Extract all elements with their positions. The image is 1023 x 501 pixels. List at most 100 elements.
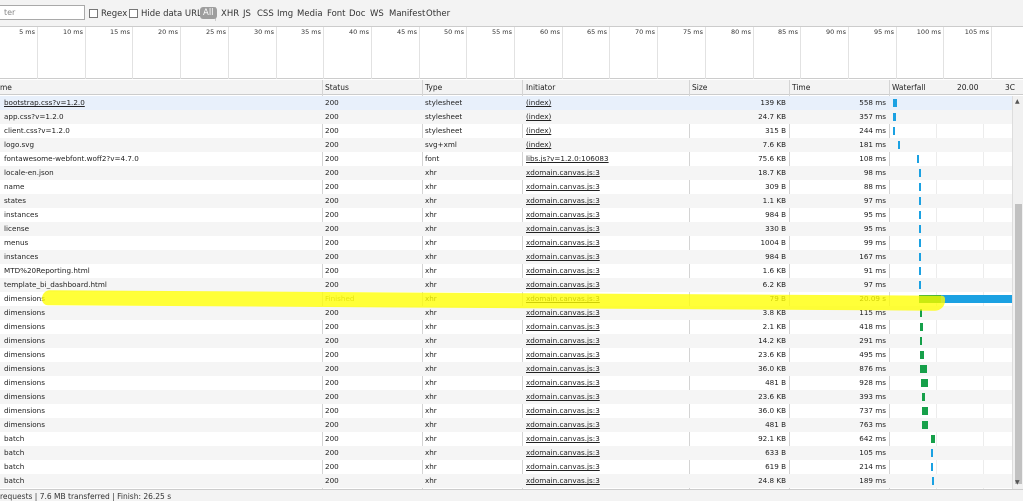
request-name[interactable]: menus (4, 238, 319, 247)
request-name[interactable]: batch (4, 448, 319, 457)
request-name[interactable]: dimensions (4, 406, 319, 415)
waterfall-bar[interactable] (930, 463, 933, 471)
request-initiator-link[interactable]: xdomain.canvas.js:3 (526, 476, 686, 485)
type-filter-manifest[interactable]: Manifest (389, 9, 425, 19)
waterfall-bar[interactable] (922, 421, 928, 429)
waterfall-bar[interactable] (919, 337, 923, 345)
request-name[interactable]: bootstrap.css?v=1.2.0 (4, 98, 319, 107)
request-initiator-link[interactable]: xdomain.canvas.js:3 (526, 308, 686, 317)
type-filter-ws[interactable]: WS (370, 9, 384, 19)
request-initiator-link[interactable]: (index) (526, 126, 686, 135)
header-type[interactable]: Type (425, 83, 442, 92)
request-name[interactable]: client.css?v=1.2.0 (4, 126, 319, 135)
request-initiator-link[interactable]: xdomain.canvas.js:3 (526, 462, 686, 471)
request-name[interactable]: instances (4, 210, 319, 219)
request-name[interactable]: MTD%20Reporting.html (4, 266, 319, 275)
request-initiator-link[interactable]: xdomain.canvas.js:3 (526, 266, 686, 275)
waterfall-bar[interactable] (919, 183, 921, 191)
request-name[interactable]: batch (4, 462, 319, 471)
request-row[interactable]: dimensions 200 xhr xdomain.canvas.js:3 2.1 K… (0, 320, 1012, 334)
request-name[interactable]: dimensions (4, 350, 319, 359)
request-name[interactable]: dimensions (4, 294, 319, 303)
request-row[interactable]: license 200 xhr xdomain.canvas.js:3 330 B 95 … (0, 222, 1012, 236)
request-initiator-link[interactable]: xdomain.canvas.js:3 (526, 210, 686, 219)
waterfall-bar[interactable] (919, 281, 921, 289)
request-initiator-link[interactable]: libs.js?v=1.2.0:106083 (526, 154, 686, 163)
header-initiator[interactable]: Initiator (526, 83, 555, 92)
header-name[interactable]: me (0, 83, 12, 92)
request-initiator-link[interactable]: xdomain.canvas.js:3 (526, 406, 686, 415)
request-row[interactable]: locale-en.json 200 xhr xdomain.canvas.js:3 1… (0, 166, 1012, 180)
type-filter-xhr[interactable]: XHR (221, 9, 239, 19)
waterfall-bar[interactable] (920, 379, 928, 387)
request-row[interactable]: menus 200 xhr xdomain.canvas.js:3 1004 B 99 m… (0, 236, 1012, 250)
request-row[interactable]: dimensions 200 xhr xdomain.canvas.js:3 14.2 … (0, 334, 1012, 348)
type-filter-img[interactable]: Img (277, 9, 293, 19)
request-name[interactable]: states (4, 196, 319, 205)
request-row[interactable]: name 200 xhr xdomain.canvas.js:3 309 B 88 ms (0, 180, 1012, 194)
request-row[interactable]: fontawesome-webfont.woff2?v=4.7.0 200 font… (0, 152, 1012, 166)
regex-checkbox[interactable] (89, 9, 98, 18)
request-name[interactable]: fontawesome-webfont.woff2?v=4.7.0 (4, 154, 319, 163)
waterfall-bar[interactable] (920, 365, 927, 373)
request-initiator-link[interactable]: xdomain.canvas.js:3 (526, 168, 686, 177)
waterfall-bar[interactable] (893, 113, 896, 121)
request-row[interactable]: client.css?v=1.2.0 200 stylesheet (index) 31… (0, 124, 1012, 138)
request-row[interactable]: app.css?v=1.2.0 200 stylesheet (index) 24.7 … (0, 110, 1012, 124)
scroll-up-arrow-icon[interactable]: ▲ (1015, 98, 1020, 105)
request-row[interactable]: dimensions 200 xhr xdomain.canvas.js:3 36.0 … (0, 362, 1012, 376)
waterfall-bar[interactable] (919, 323, 923, 331)
type-filter-css[interactable]: CSS (257, 9, 274, 19)
waterfall-bar[interactable] (922, 407, 928, 415)
request-initiator-link[interactable]: xdomain.canvas.js:3 (526, 392, 686, 401)
waterfall-bar[interactable] (930, 435, 936, 443)
request-row[interactable]: batch 200 xhr xdomain.canvas.js:3 24.8 KB 189… (0, 474, 1012, 488)
type-filter-other[interactable]: Other (426, 9, 450, 19)
request-name[interactable]: dimensions (4, 308, 319, 317)
waterfall-bar[interactable] (920, 351, 924, 359)
request-row[interactable]: states 200 xhr xdomain.canvas.js:3 1.1 KB 97 … (0, 194, 1012, 208)
request-name[interactable]: dimensions (4, 364, 319, 373)
waterfall-bar[interactable] (893, 99, 898, 107)
request-name[interactable]: dimensions (4, 392, 319, 401)
filter-input[interactable]: ter (0, 5, 85, 20)
request-row[interactable]: dimensions 200 xhr xdomain.canvas.js:3 23.6 … (0, 390, 1012, 404)
request-initiator-link[interactable]: xdomain.canvas.js:3 (526, 294, 686, 303)
request-name[interactable]: template_bi_dashboard.html (4, 280, 319, 289)
request-initiator-link[interactable]: (index) (526, 98, 686, 107)
request-name[interactable]: batch (4, 476, 319, 485)
header-status[interactable]: Status (325, 83, 349, 92)
waterfall-bar[interactable] (919, 197, 921, 205)
header-size[interactable]: Size (692, 83, 707, 92)
type-filter-media[interactable]: Media (297, 9, 323, 19)
request-name[interactable]: batch (4, 434, 319, 443)
scrollbar-thumb[interactable] (1015, 204, 1022, 484)
request-name[interactable]: license (4, 224, 319, 233)
request-row[interactable]: dimensions 200 xhr xdomain.canvas.js:3 481 B… (0, 418, 1012, 432)
scroll-down-arrow-icon[interactable]: ▼ (1015, 479, 1020, 486)
request-name[interactable]: dimensions (4, 378, 319, 387)
type-filter-font[interactable]: Font (327, 9, 346, 19)
waterfall-bar[interactable] (919, 225, 921, 233)
request-name[interactable]: name (4, 182, 319, 191)
request-row[interactable]: batch 200 xhr xdomain.canvas.js:3 92.1 KB 642… (0, 432, 1012, 446)
waterfall-bar[interactable] (922, 393, 925, 401)
request-name[interactable]: instances (4, 252, 319, 261)
request-row[interactable]: batch 200 xhr xdomain.canvas.js:3 633 B 105 m… (0, 446, 1012, 460)
request-initiator-link[interactable]: xdomain.canvas.js:3 (526, 252, 686, 261)
request-row[interactable]: instances 200 xhr xdomain.canvas.js:3 984 B 9… (0, 208, 1012, 222)
request-initiator-link[interactable]: xdomain.canvas.js:3 (526, 420, 686, 429)
request-initiator-link[interactable]: xdomain.canvas.js:3 (526, 336, 686, 345)
waterfall-bar[interactable] (919, 239, 921, 247)
request-name[interactable]: dimensions (4, 420, 319, 429)
waterfall-bar[interactable] (919, 169, 921, 177)
request-initiator-link[interactable]: xdomain.canvas.js:3 (526, 448, 686, 457)
request-row[interactable]: dimensions 200 xhr xdomain.canvas.js:3 23.6 … (0, 348, 1012, 362)
request-initiator-link[interactable]: xdomain.canvas.js:3 (526, 182, 686, 191)
waterfall-bar[interactable] (919, 211, 921, 219)
request-name[interactable]: logo.svg (4, 140, 319, 149)
request-initiator-link[interactable]: (index) (526, 112, 686, 121)
type-filter-all[interactable]: All (200, 7, 217, 19)
request-row[interactable]: logo.svg 200 svg+xml (index) 7.6 KB 181 ms (0, 138, 1012, 152)
request-initiator-link[interactable]: xdomain.canvas.js:3 (526, 322, 686, 331)
